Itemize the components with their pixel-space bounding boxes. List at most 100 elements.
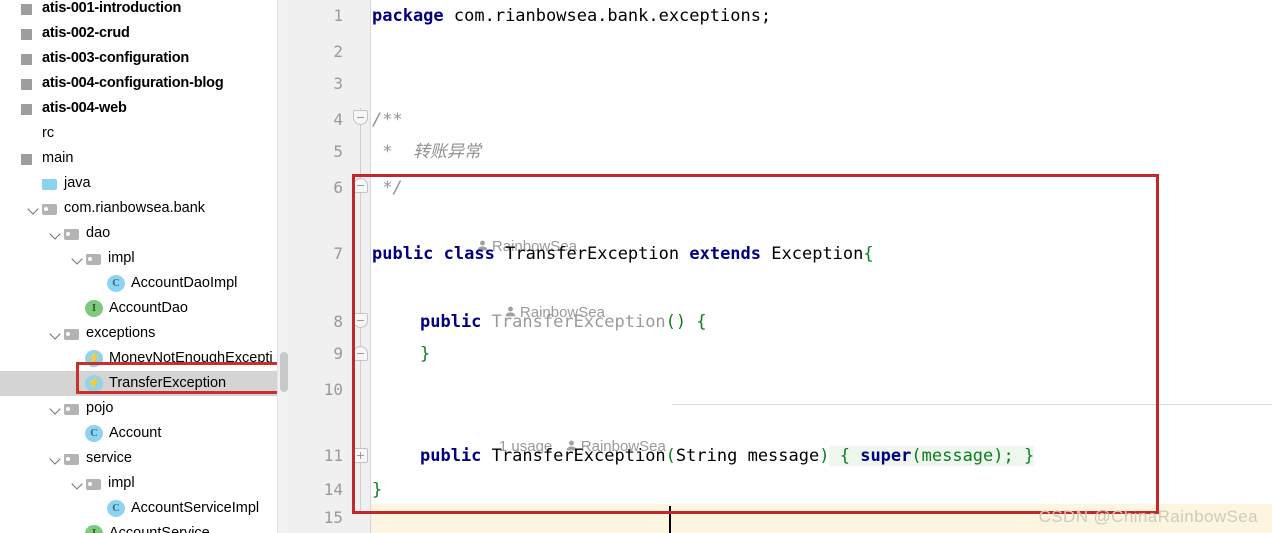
tree-arrow-spacer	[4, 126, 19, 141]
tree-item-moneynotenoughexcepti[interactable]: ⚡ MoneyNotEnoughExcepti	[0, 346, 288, 371]
tree-arrow-spacer	[70, 301, 85, 316]
line-number: 5	[333, 142, 343, 161]
line-number: 3	[333, 74, 343, 93]
open-brace: {	[696, 312, 707, 332]
keyword-extends: extends	[689, 244, 762, 264]
interface-icon: I	[85, 300, 103, 317]
fold-collapse-icon[interactable]	[353, 313, 368, 328]
line-number: 14	[323, 480, 343, 499]
tree-item-label: service	[86, 450, 132, 466]
tree-item-impl[interactable]: impl	[0, 471, 288, 496]
package-icon	[85, 476, 103, 492]
chevron-down-icon[interactable]	[48, 401, 63, 416]
chevron-down-icon[interactable]	[48, 326, 63, 341]
tree-arrow-spacer	[4, 26, 19, 41]
line-number: 8	[333, 312, 343, 331]
code-text-area[interactable]: package com.rianbowsea.bank.exceptions; …	[372, 0, 1272, 533]
line-number: 15	[323, 508, 343, 527]
tree-item-accountdaoimpl[interactable]: C AccountDaoImpl	[0, 271, 288, 296]
tree-item-label: rc	[42, 125, 55, 141]
code-fold-strip[interactable]	[351, 0, 371, 533]
sidebar-scrollbar-track[interactable]	[277, 0, 288, 533]
keyword-class: class	[443, 244, 495, 264]
tree-item-account[interactable]: C Account	[0, 421, 288, 446]
chevron-down-icon[interactable]	[70, 476, 85, 491]
tree-arrow-spacer	[70, 351, 85, 366]
exception-icon: ⚡	[85, 350, 103, 367]
keyword-public: public	[420, 312, 482, 332]
tree-item-label: MoneyNotEnoughExcepti	[109, 350, 273, 366]
interface-icon: I	[85, 525, 103, 533]
tree-item-accountdao[interactable]: I AccountDao	[0, 296, 288, 321]
tree-item-label: atis-004-configuration-blog	[42, 75, 224, 91]
code-line-8: public TransferException() {	[420, 310, 707, 334]
tree-item-atis-004-configuration-blog[interactable]: atis-004-configuration-blog	[0, 71, 288, 96]
package-icon	[63, 451, 81, 467]
body-close-brace: }	[1013, 446, 1035, 466]
tree-item-com-rianbowsea-bank[interactable]: com.rianbowsea.bank	[0, 196, 288, 221]
tree-item-accountserviceimpl[interactable]: C AccountServiceImpl	[0, 496, 288, 521]
tree-item-exceptions[interactable]: exceptions	[0, 321, 288, 346]
tree-item-label: dao	[86, 225, 111, 241]
tree-item-atis-002-crud[interactable]: atis-002-crud	[0, 21, 288, 46]
tree-item-main[interactable]: main	[0, 146, 288, 171]
exception-icon: ⚡	[85, 375, 103, 392]
chevron-down-icon[interactable]	[26, 201, 41, 216]
ide-window: atis-001-introduction atis-002-crud atis-0…	[0, 0, 1272, 533]
module-icon	[19, 26, 37, 42]
tree-item-atis-001-introduction[interactable]: atis-001-introduction	[0, 0, 288, 21]
chevron-down-icon[interactable]	[48, 226, 63, 241]
constructor-name: TransferException	[491, 446, 666, 466]
package-icon	[85, 251, 103, 267]
tree-item-label: exceptions	[86, 325, 156, 341]
code-line-7: public class TransferException extends E…	[372, 242, 874, 266]
tree-arrow-spacer	[92, 276, 107, 291]
tree-item-label: atis-001-introduction	[42, 0, 182, 16]
close-paren: )	[819, 446, 830, 466]
tree-item-label: java	[64, 175, 91, 191]
tree-item-transferexception[interactable]: ⚡ TransferException	[0, 371, 288, 396]
tree-item-pojo[interactable]: pojo	[0, 396, 288, 421]
module-icon	[19, 51, 37, 67]
body-open-brace: {	[829, 446, 861, 466]
code-line-11: public TransferException(String message)…	[420, 444, 1035, 468]
module-icon	[19, 101, 37, 117]
fold-expand-icon[interactable]	[353, 178, 368, 193]
line-number: 10	[323, 380, 343, 399]
fold-plus-icon[interactable]	[353, 448, 368, 463]
code-line-6: */	[372, 178, 403, 198]
tree-item-label: AccountServiceImpl	[131, 500, 260, 516]
fold-expand-icon[interactable]	[353, 346, 368, 361]
project-tree-panel[interactable]: atis-001-introduction atis-002-crud atis-0…	[0, 0, 288, 533]
line-number: 2	[333, 42, 343, 61]
tree-item-label: TransferException	[109, 375, 227, 391]
tree-item-atis-004-web[interactable]: atis-004-web	[0, 96, 288, 121]
tree-arrow-spacer	[4, 76, 19, 91]
code-line-5: * 转账异常	[372, 142, 481, 162]
tree-item-impl[interactable]: impl	[0, 246, 288, 271]
class-icon: C	[107, 500, 125, 517]
line-number: 6	[333, 178, 343, 197]
package-icon	[41, 201, 59, 217]
tree-arrow-spacer	[92, 501, 107, 516]
tree-item-dao[interactable]: dao	[0, 221, 288, 246]
tree-item-label: pojo	[86, 400, 114, 416]
tree-item-label: atis-004-web	[42, 100, 127, 116]
tree-item-rc[interactable]: rc	[0, 121, 288, 146]
chevron-down-icon[interactable]	[48, 451, 63, 466]
code-line-1: package com.rianbowsea.bank.exceptions;	[372, 4, 771, 28]
keyword-package: package	[372, 6, 444, 26]
tree-item-accountservice[interactable]: I AccountService	[0, 521, 288, 533]
watermark-text: CSDN @ChinaRainbowSea	[1038, 507, 1258, 526]
keyword-public: public	[420, 446, 482, 466]
code-line-9: }	[420, 344, 431, 364]
tree-item-service[interactable]: service	[0, 446, 288, 471]
sidebar-scrollbar-thumb[interactable]	[280, 352, 288, 392]
tree-item-java[interactable]: java	[0, 171, 288, 196]
folder-icon	[19, 126, 37, 142]
fold-collapse-icon[interactable]	[353, 110, 368, 125]
keyword-super: super	[860, 446, 912, 466]
chevron-down-icon[interactable]	[70, 251, 85, 266]
code-editor[interactable]: 1 2 3 4 5 6 7 8 9 10 11 14 15 package com.rianbowsea…	[288, 0, 1272, 533]
tree-item-atis-003-configuration[interactable]: atis-003-configuration	[0, 46, 288, 71]
